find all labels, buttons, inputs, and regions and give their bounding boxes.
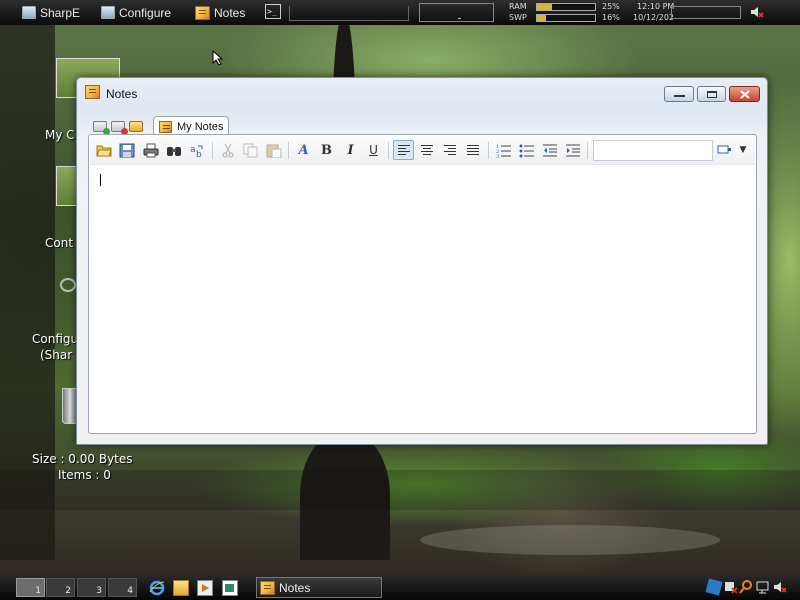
- maximize-button[interactable]: [697, 86, 726, 102]
- align-center-icon[interactable]: [419, 142, 436, 158]
- folder-icon[interactable]: [173, 580, 189, 596]
- workspace-number: 2: [65, 586, 71, 596]
- print-icon[interactable]: [142, 142, 159, 158]
- paste-icon[interactable]: [265, 142, 282, 158]
- start-button[interactable]: SharpE: [22, 4, 80, 21]
- notes-window: Notes My Notes a b A B I U 1 2 3 ▼: [76, 77, 768, 445]
- toolbar-separator: [587, 142, 588, 159]
- start-label: SharpE: [40, 5, 81, 20]
- svg-text:b: b: [196, 150, 202, 158]
- clock-date: 10/12/202: [633, 13, 675, 22]
- formatting-toolbar: ab A B I U 1 2 3 ▼: [90, 136, 755, 165]
- workspace-3[interactable]: 3: [77, 578, 106, 597]
- workspace-2[interactable]: 2: [46, 578, 75, 597]
- numbered-list-icon[interactable]: 123: [495, 142, 512, 158]
- note-editor-area[interactable]: [90, 165, 755, 432]
- align-left-icon[interactable]: [393, 140, 414, 160]
- notes-launcher-label: Notes: [214, 5, 246, 20]
- search-icon[interactable]: [739, 580, 753, 594]
- media-player-icon[interactable]: [197, 580, 213, 596]
- svg-text:3: 3: [496, 154, 499, 158]
- workspace-4[interactable]: 4: [108, 578, 137, 597]
- desktop-icon-label-4: (Shar: [40, 348, 73, 362]
- taskbar-notes-label: Notes: [279, 580, 311, 595]
- clock-time: 12:10 PM: [637, 2, 675, 11]
- desktop-show-icon[interactable]: [222, 580, 238, 596]
- notes-window-icon: [85, 85, 100, 99]
- toolbar-separator: [288, 142, 289, 159]
- mouse-cursor-icon: [212, 50, 224, 66]
- close-button[interactable]: [729, 86, 760, 102]
- configure-label: Configure: [119, 5, 172, 20]
- recycle-bin-size: Size : 0.00 Bytes: [32, 452, 133, 466]
- swap-label: SWP: [509, 13, 527, 22]
- font-icon[interactable]: A: [295, 142, 312, 158]
- notes-icon: [195, 5, 210, 20]
- notes-launcher-button[interactable]: Notes: [195, 4, 245, 21]
- tab-my-notes[interactable]: My Notes: [153, 116, 229, 136]
- desktop-icon-label-2: Cont: [45, 236, 74, 250]
- top-taskbar: SharpE Configure Notes >_ RAM 25% SWP 16…: [0, 0, 800, 25]
- taskbar-notes-button[interactable]: Notes: [256, 577, 382, 598]
- configure-sharpe-desktop-icon[interactable]: [60, 278, 76, 292]
- desktop-icon-label-1: My C: [45, 128, 75, 142]
- bullet-list-icon[interactable]: [518, 142, 535, 158]
- replace-icon[interactable]: ab: [188, 142, 205, 158]
- ram-label: RAM: [509, 2, 527, 11]
- sharpe-logo-icon: [22, 6, 36, 19]
- note-panel: ab A B I U 1 2 3 ▼: [88, 134, 757, 434]
- workspace-number: 3: [96, 586, 102, 596]
- configure-button[interactable]: Configure: [101, 4, 171, 21]
- swap-meter: [536, 14, 596, 22]
- align-right-icon[interactable]: [442, 142, 459, 158]
- run-command-field[interactable]: [289, 6, 409, 21]
- justify-icon[interactable]: [465, 142, 482, 158]
- toolbar-separator: [388, 142, 389, 159]
- taskbar-notes-icon: [260, 580, 275, 595]
- configure-icon: [101, 6, 115, 19]
- recycle-bin-items: Items : 0: [58, 468, 111, 482]
- bottom-taskbar: 1 2 3 4: [0, 575, 800, 600]
- add-note-icon[interactable]: [93, 121, 110, 135]
- workspace-number: 1: [35, 586, 41, 596]
- rename-note-icon[interactable]: [129, 121, 143, 132]
- display-icon[interactable]: [756, 580, 770, 594]
- workspace-number: 4: [127, 586, 133, 596]
- workspace-1[interactable]: 1: [16, 578, 45, 597]
- mute-speaker-icon[interactable]: [750, 5, 764, 19]
- toolbar-separator: [212, 142, 213, 159]
- window-title: Notes: [106, 87, 138, 101]
- underline-icon[interactable]: U: [365, 142, 382, 158]
- cut-icon[interactable]: [219, 142, 236, 158]
- swap-percent: 16%: [602, 13, 620, 22]
- volume-muted-icon[interactable]: [773, 580, 787, 594]
- tab-strip: My Notes: [89, 116, 756, 136]
- font-size-icon[interactable]: [717, 142, 733, 158]
- open-icon[interactable]: [95, 142, 112, 158]
- outdent-icon[interactable]: [541, 142, 558, 158]
- toolbar-separator: [488, 142, 489, 159]
- bold-icon[interactable]: B: [318, 142, 335, 158]
- font-name-combo[interactable]: [593, 140, 713, 161]
- find-icon[interactable]: [165, 142, 182, 158]
- desktop-icon-label-3: Configu: [32, 332, 79, 346]
- terminal-icon[interactable]: >_: [265, 4, 281, 19]
- tab-label: My Notes: [177, 120, 224, 133]
- internet-explorer-icon[interactable]: [149, 580, 165, 596]
- minimize-button[interactable]: [664, 86, 694, 102]
- italic-icon[interactable]: I: [342, 142, 359, 158]
- chevron-down-icon[interactable]: ▼: [737, 142, 749, 158]
- remove-note-icon[interactable]: [111, 121, 128, 135]
- save-icon[interactable]: [118, 142, 135, 158]
- volume-bar[interactable]: [671, 6, 741, 19]
- system-graph: [419, 3, 494, 22]
- my-notes-tab-icon: [159, 120, 172, 133]
- network-error-icon[interactable]: [724, 580, 738, 594]
- ram-percent: 25%: [602, 2, 620, 11]
- svg-text:a: a: [190, 145, 196, 155]
- indent-icon[interactable]: [564, 142, 581, 158]
- ram-meter: [536, 3, 596, 11]
- copy-icon[interactable]: [242, 142, 259, 158]
- text-caret: [100, 174, 101, 186]
